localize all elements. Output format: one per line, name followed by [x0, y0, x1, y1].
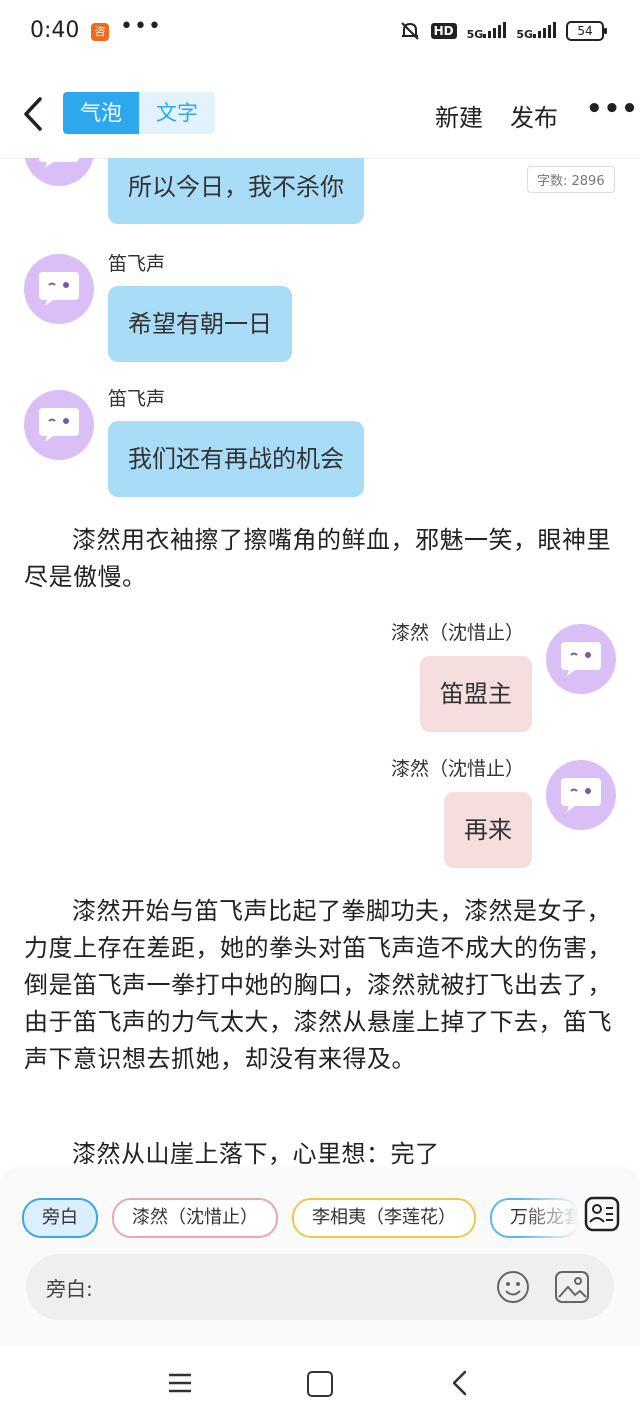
signal-icon-2: 5G — [516, 21, 556, 41]
speaker-name: 笛飞声 — [108, 253, 166, 275]
emoji-icon[interactable] — [496, 1270, 530, 1304]
message-bubble[interactable]: 我们还有再战的机会 — [108, 421, 364, 497]
word-count-badge: 字数: 2896 — [527, 166, 615, 193]
role-chip[interactable]: 李相夷（李莲花） — [292, 1198, 476, 1238]
back-arrow-icon[interactable] — [18, 96, 48, 132]
battery-icon: 54 — [566, 21, 607, 41]
menu-icon[interactable] — [168, 1372, 192, 1394]
hd-voice-icon: HD — [430, 23, 457, 39]
narration-paragraph[interactable]: 漆然开始与笛飞声比起了拳脚功夫，漆然是女子，力度上存在差距，她的拳头对笛飞声造不… — [24, 893, 618, 1078]
role-selector: 旁白 漆然（沈惜止） 李相夷（李莲花） 万能龙套 — [22, 1198, 580, 1238]
message-bubble[interactable]: 所以今日，我不杀你 — [108, 158, 364, 224]
role-chip-narrator[interactable]: 旁白 — [22, 1198, 98, 1238]
status-bar: 0:40 咨 ••• HD 5G 5G 54 — [0, 0, 640, 64]
narration-paragraph[interactable]: 漆然从山崖上落下，心里想：完了 — [24, 1136, 618, 1170]
system-nav-bar — [0, 1346, 640, 1422]
speaker-name: 笛飞声 — [108, 388, 166, 410]
avatar[interactable] — [24, 390, 94, 460]
image-icon[interactable] — [554, 1270, 590, 1304]
speaker-name: 漆然（沈惜止） — [390, 758, 524, 780]
chip-fade — [520, 1192, 580, 1244]
message-bubble[interactable]: 笛盟主 — [420, 656, 532, 732]
mode-toggle: 气泡 文字 — [63, 92, 215, 134]
message-bubble[interactable]: 希望有朝一日 — [108, 286, 292, 362]
top-bar: 气泡 文字 新建 发布 ••• — [0, 64, 640, 159]
role-manage-icon[interactable] — [584, 1196, 620, 1232]
nav-back-icon[interactable] — [450, 1370, 470, 1396]
more-notifications-icon: ••• — [120, 14, 162, 39]
composer-panel: 旁白 漆然（沈惜止） 李相夷（李莲花） 万能龙套 旁白: — [0, 1170, 640, 1346]
speaker-name: 漆然（沈惜止） — [390, 622, 524, 644]
message-bubble[interactable]: 再来 — [444, 792, 532, 868]
input-speaker-label: 旁白: — [46, 1277, 93, 1301]
home-icon[interactable] — [307, 1371, 333, 1397]
new-button[interactable]: 新建 — [435, 98, 483, 133]
app-notification-icon: 咨 — [91, 23, 109, 41]
narration-paragraph[interactable]: 漆然用衣袖擦了擦嘴角的鲜血，邪魅一笑，眼神里尽是傲慢。 — [24, 522, 618, 596]
signal-icon-1: 5G — [467, 21, 507, 41]
chat-bubble-face-icon — [561, 778, 601, 812]
role-chip[interactable]: 漆然（沈惜止） — [112, 1198, 278, 1238]
publish-button[interactable]: 发布 — [510, 98, 558, 133]
status-time: 0:40 — [30, 18, 80, 43]
tab-text[interactable]: 文字 — [139, 92, 215, 134]
chat-bubble-face-icon — [561, 642, 601, 676]
tab-bubble[interactable]: 气泡 — [63, 92, 139, 134]
chat-content[interactable]: 所以今日，我不杀你 笛飞声 希望有朝一日 笛飞声 我们还有再战的机会 漆然用衣袖… — [0, 158, 640, 1170]
chat-bubble-face-icon — [39, 272, 79, 306]
more-menu-icon[interactable]: ••• — [586, 94, 639, 124]
chat-bubble-face-icon — [39, 158, 79, 168]
message-input[interactable]: 旁白: — [26, 1254, 614, 1320]
bell-muted-icon — [400, 22, 419, 40]
chat-bubble-face-icon — [39, 408, 79, 442]
avatar[interactable] — [546, 624, 616, 694]
avatar[interactable] — [546, 760, 616, 830]
status-indicators: HD 5G 5G 54 — [399, 20, 607, 42]
avatar[interactable] — [24, 158, 94, 186]
avatar[interactable] — [24, 254, 94, 324]
